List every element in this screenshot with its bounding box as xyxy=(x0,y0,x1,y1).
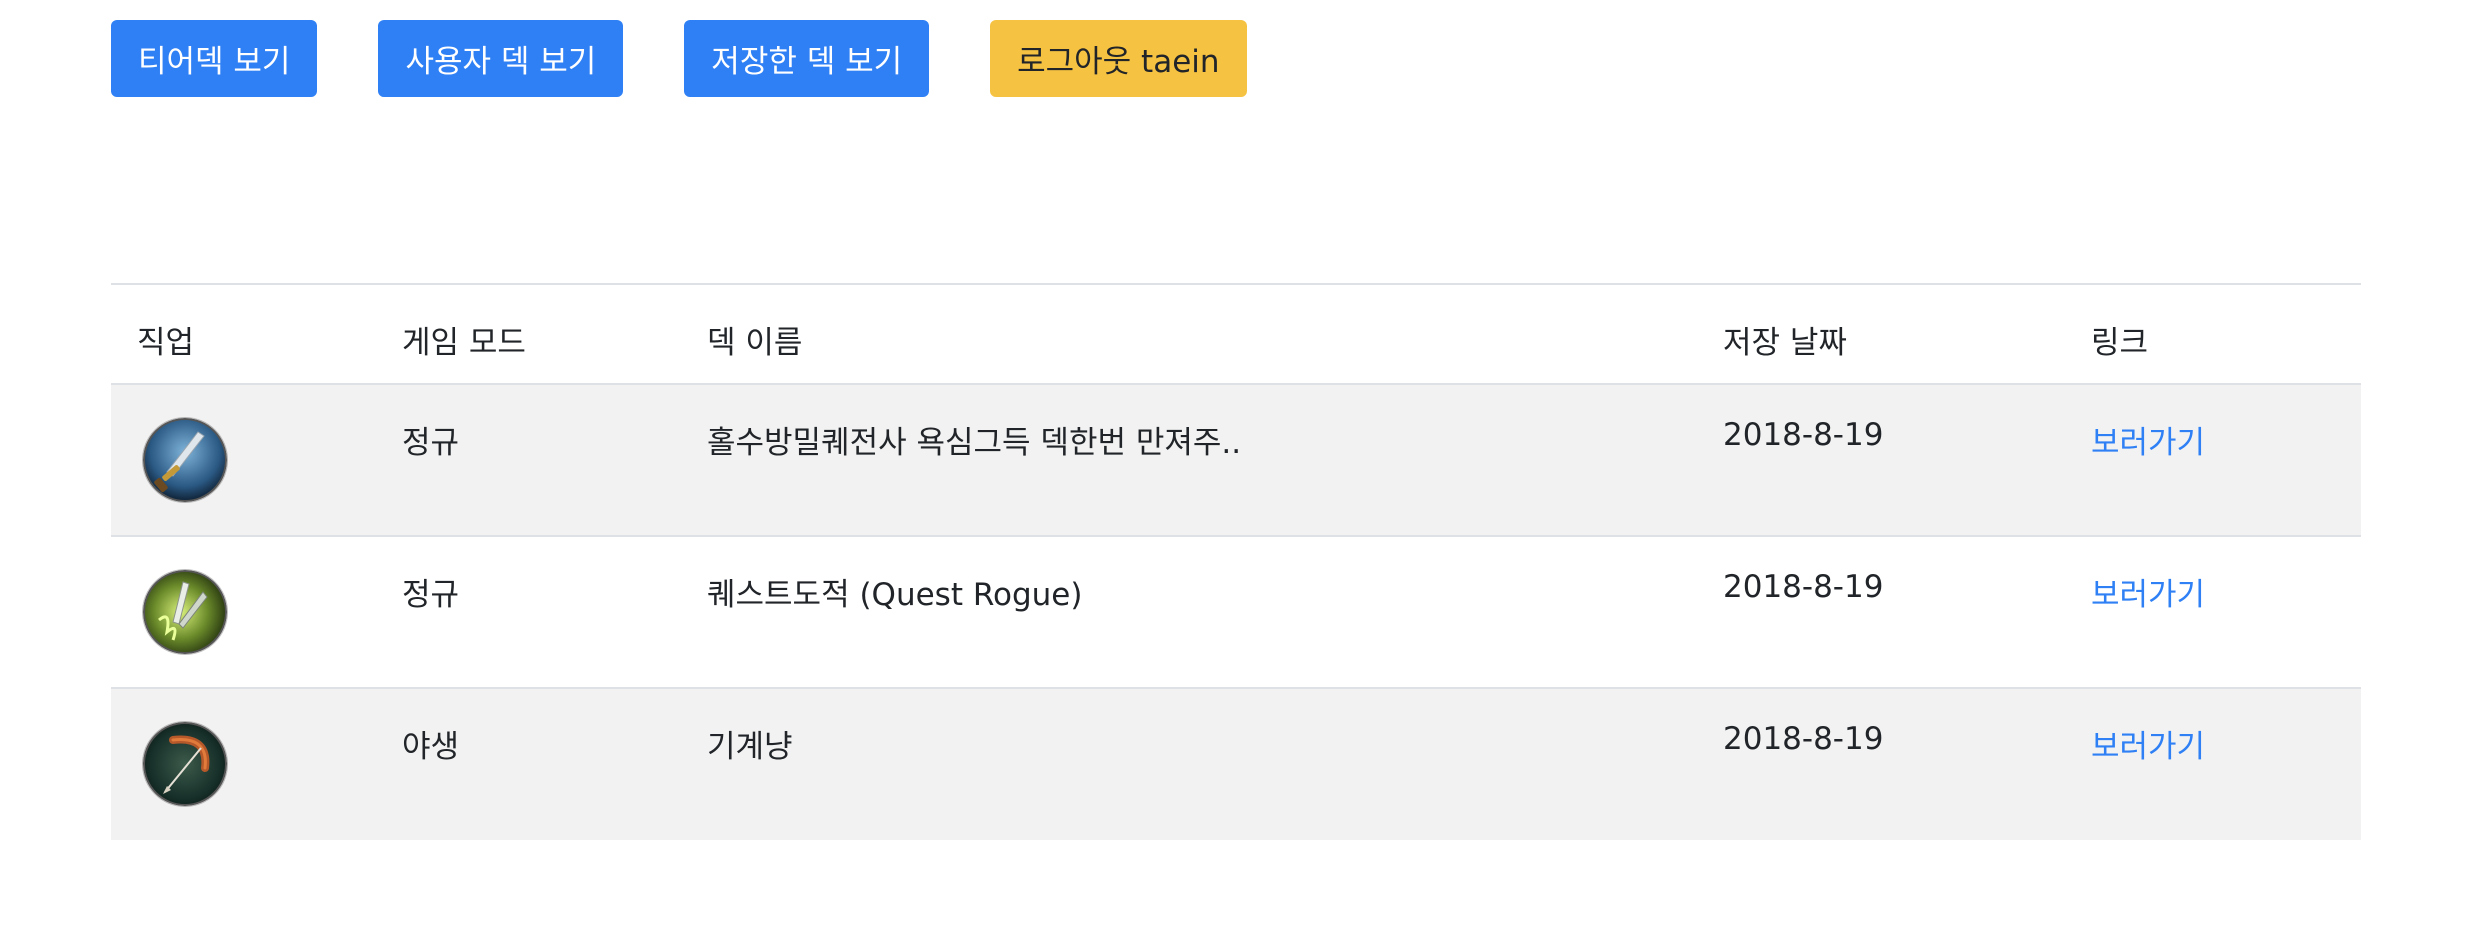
deck-name-cell: 홀수방밀퀘전사 욕심그득 덱한번 만져주.. xyxy=(707,425,1242,461)
saved-date-cell: 2018-8-19 xyxy=(1723,569,1884,605)
logout-button[interactable]: 로그아웃 taein xyxy=(990,20,1247,97)
saved-date-cell: 2018-8-19 xyxy=(1723,721,1884,757)
table-row: 정규 홀수방밀퀘전사 욕심그득 덱한번 만져주.. 2018-8-19 보러가기 xyxy=(111,384,2361,536)
header-link: 링크 xyxy=(2091,325,2149,361)
saved-decks-table-container: 직업 게임 모드 덱 이름 저장 날짜 링크 정규 홀수방밀퀘전사 욕심그득 덱… xyxy=(111,283,2361,840)
tier-decks-button[interactable]: 티어덱 보기 xyxy=(111,20,318,97)
header-class: 직업 xyxy=(137,325,195,361)
game-mode-cell: 정규 xyxy=(402,577,460,613)
deck-name-cell: 기계냥 xyxy=(707,729,793,765)
deck-name-cell: 퀘스트도적 (Quest Rogue) xyxy=(707,577,1083,613)
header-saved-date: 저장 날짜 xyxy=(1723,325,1847,361)
game-mode-cell: 정규 xyxy=(402,425,460,461)
warrior-icon xyxy=(143,418,227,502)
saved-decks-button[interactable]: 저장한 덱 보기 xyxy=(684,20,930,97)
table-header-row: 직업 게임 모드 덱 이름 저장 날짜 링크 xyxy=(111,284,2361,384)
table-row: 정규 퀘스트도적 (Quest Rogue) 2018-8-19 보러가기 xyxy=(111,536,2361,688)
header-deck-name: 덱 이름 xyxy=(707,325,803,361)
table-row: 야생 기계냥 2018-8-19 보러가기 xyxy=(111,688,2361,840)
view-deck-link[interactable]: 보러가기 xyxy=(2091,729,2205,765)
saved-decks-table: 직업 게임 모드 덱 이름 저장 날짜 링크 정규 홀수방밀퀘전사 욕심그득 덱… xyxy=(111,283,2361,840)
header-game-mode: 게임 모드 xyxy=(402,325,526,361)
top-nav: 티어덱 보기 사용자 덱 보기 저장한 덱 보기 로그아웃 taein xyxy=(111,20,1247,97)
user-decks-button[interactable]: 사용자 덱 보기 xyxy=(378,20,624,97)
saved-date-cell: 2018-8-19 xyxy=(1723,417,1884,453)
hunter-icon xyxy=(143,722,227,806)
game-mode-cell: 야생 xyxy=(402,729,460,765)
rogue-icon xyxy=(143,570,227,654)
view-deck-link[interactable]: 보러가기 xyxy=(2091,425,2205,461)
view-deck-link[interactable]: 보러가기 xyxy=(2091,577,2205,613)
